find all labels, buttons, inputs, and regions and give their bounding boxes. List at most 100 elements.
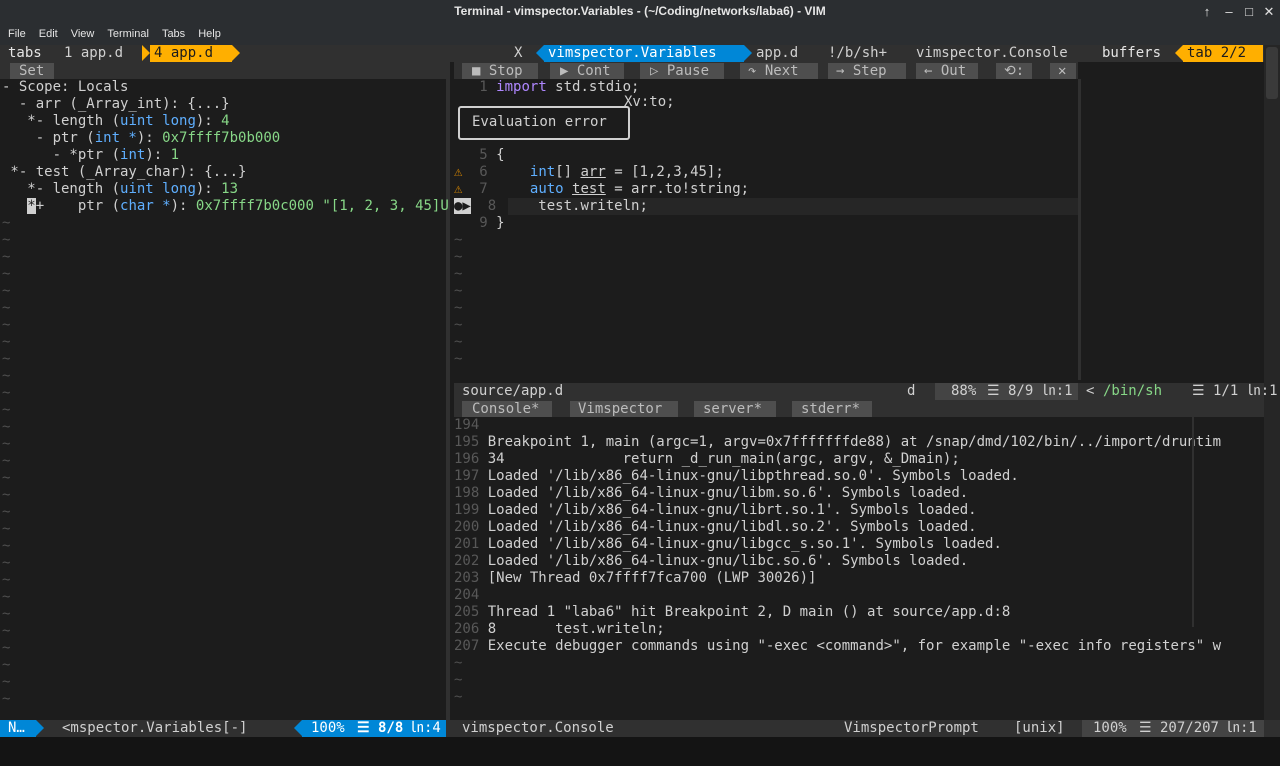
console-tab-stderr[interactable]: stderr*	[792, 401, 872, 417]
console-line[interactable]: 195 Breakpoint 1, main (argc=1, argv=0x7…	[454, 434, 1221, 451]
code-line-1[interactable]: 1 import std.stdio;	[454, 79, 639, 96]
vertical-split[interactable]	[1078, 79, 1081, 380]
tilde-marker: ~	[2, 385, 11, 401]
menu-edit[interactable]: Edit	[39, 24, 58, 45]
code-line-8[interactable]: ●▶ 8 test.writeln;	[454, 198, 648, 215]
var-arr-ptr[interactable]: - ptr (int *): 0x7ffff7b0b000	[2, 130, 280, 147]
next-button[interactable]: ↷ Next	[740, 63, 818, 79]
var-arr[interactable]: - arr (_Array_int): {...}	[2, 96, 230, 113]
tabline-close-button[interactable]: X	[510, 45, 526, 62]
buffer-separator-icon	[744, 45, 752, 61]
console-line[interactable]: 196 34 return _d_run_main(argc, argv, &_…	[454, 451, 960, 468]
var-arr-ptr-deref[interactable]: - *ptr (int): 1	[2, 147, 179, 164]
console-tab-console[interactable]: Console*	[462, 401, 552, 417]
buffer-vimspector-variables[interactable]: vimspector.Variables	[544, 45, 744, 62]
var-type: uint long	[120, 181, 196, 197]
console-line[interactable]: 194	[454, 417, 488, 434]
tilde-marker: ~	[2, 555, 11, 571]
tab-1-app-d[interactable]: 1 app.d	[60, 45, 142, 62]
terminal-bottom-strip	[0, 737, 1280, 766]
var-type: int	[120, 147, 146, 163]
console-line[interactable]: 203 [New Thread 0x7ffff7fca700 (LWP 3002…	[454, 570, 816, 587]
tilde-marker: ~	[2, 334, 11, 350]
code-line-7[interactable]: ⚠ 7 auto test = arr.to!string;	[454, 181, 749, 198]
shell-arrow-icon: <	[1086, 383, 1095, 399]
tab-4-app-d[interactable]: 4 app.d	[150, 45, 232, 62]
menu-terminal[interactable]: Terminal	[107, 24, 149, 45]
console-text: Execute debugger commands using "-exec <…	[487, 638, 1222, 654]
maximize-icon[interactable]: □	[1240, 3, 1258, 21]
buffer-app-d[interactable]: app.d	[752, 45, 802, 62]
code-text: = arr.to!string;	[605, 181, 750, 197]
buffer-bin-sh[interactable]: !/b/sh+	[824, 45, 891, 62]
close-window-icon[interactable]: ✕	[1260, 3, 1278, 21]
var-test-ptr[interactable]: *+ ptr (char *): 0x7ffff7b0c000 "[1, 2, …	[2, 198, 449, 215]
scope-locals[interactable]: - Scope: Locals	[2, 79, 128, 96]
evaluation-popup[interactable]: Evaluation error	[458, 106, 630, 140]
minimize-icon[interactable]: –	[1220, 3, 1238, 21]
tabline-tabs-label: tabs	[4, 45, 46, 62]
console-line[interactable]: 206 8 test.writeln;	[454, 621, 665, 638]
continue-button[interactable]: ▶ Cont	[550, 63, 624, 79]
shell-position: ☰ 1/1 ㏑:1	[1192, 383, 1278, 399]
console-line[interactable]: 207 Execute debugger commands using "-ex…	[454, 638, 1221, 655]
code-line-9[interactable]: 9 }	[454, 215, 504, 232]
set-button[interactable]: Set	[10, 63, 54, 79]
tilde-marker: ~	[2, 606, 11, 622]
console-text: Loaded '/lib/x86_64-linux-gnu/librt.so.1…	[487, 502, 977, 518]
console-line[interactable]: 200 Loaded '/lib/x86_64-linux-gnu/libdl.…	[454, 519, 977, 536]
restart-button[interactable]: ⟲:	[996, 63, 1032, 79]
line-number: 5	[479, 147, 488, 163]
stop-button[interactable]: ■ Stop	[462, 63, 538, 79]
window-title: Terminal - vimspector.Variables - (~/Cod…	[454, 4, 826, 18]
console-line[interactable]: 199 Loaded '/lib/x86_64-linux-gnu/librt.…	[454, 502, 977, 519]
menu-help[interactable]: Help	[198, 24, 221, 45]
vertical-split[interactable]	[446, 62, 450, 728]
line-number	[462, 181, 479, 197]
var-test[interactable]: *- test (_Array_char): {...}	[2, 164, 246, 181]
buffer-vimspector-console[interactable]: vimspector.Console	[912, 45, 1072, 62]
console-tab-server[interactable]: server*	[694, 401, 776, 417]
code-line-5[interactable]: 5 {	[454, 147, 504, 164]
vim-editor[interactable]: tabs 1 app.d 4 app.d X vimspector.Variab…	[0, 45, 1280, 757]
close-debugger-button[interactable]: ✕	[1050, 63, 1076, 79]
tilde-marker: ~	[2, 300, 11, 316]
line-number: 204	[454, 587, 480, 603]
var-test-length[interactable]: *- length (uint long): 13	[2, 181, 238, 198]
pause-button[interactable]: ▷ Pause	[640, 63, 724, 79]
code-line-6[interactable]: ⚠ 6 int[] arr = [1,2,3,45];	[454, 164, 724, 181]
variable-underlined: arr	[580, 164, 606, 180]
line-number: 198	[454, 485, 480, 501]
console-tab-vimspector[interactable]: Vimspector	[570, 401, 678, 417]
console-text: Loaded '/lib/x86_64-linux-gnu/libm.so.6'…	[487, 485, 969, 501]
console-line[interactable]: 205 Thread 1 "laba6" hit Breakpoint 2, D…	[454, 604, 1010, 621]
console-line[interactable]: 204	[454, 587, 488, 604]
menu-tabs[interactable]: Tabs	[162, 24, 185, 45]
var-arr-length[interactable]: *- length (uint long): 4	[2, 113, 229, 130]
console-line[interactable]: 197 Loaded '/lib/x86_64-linux-gnu/libpth…	[454, 468, 1019, 485]
menu-view[interactable]: View	[71, 24, 95, 45]
keep-above-icon[interactable]: ↑	[1198, 3, 1216, 21]
menu-file[interactable]: File	[8, 24, 26, 45]
console-text: [New Thread 0x7ffff7fca700 (LWP 30026)]	[487, 570, 817, 586]
step-out-button[interactable]: ← Out	[916, 63, 978, 79]
var-type: uint long	[120, 113, 196, 129]
scrollbar-thumb[interactable]	[1266, 47, 1278, 99]
mode-indicator: N…	[0, 720, 36, 737]
step-button[interactable]: → Step	[828, 63, 906, 79]
var-value: 1	[170, 147, 180, 163]
line-number: 1	[479, 79, 488, 95]
statusline-filetype: d	[907, 383, 916, 399]
console-line[interactable]: 201 Loaded '/lib/x86_64-linux-gnu/libgcc…	[454, 536, 1002, 553]
console-line[interactable]: 202 Loaded '/lib/x86_64-linux-gnu/libc.s…	[454, 553, 968, 570]
console-line[interactable]: 198 Loaded '/lib/x86_64-linux-gnu/libm.s…	[454, 485, 968, 502]
line-number	[462, 164, 479, 180]
var-indent	[2, 198, 27, 214]
